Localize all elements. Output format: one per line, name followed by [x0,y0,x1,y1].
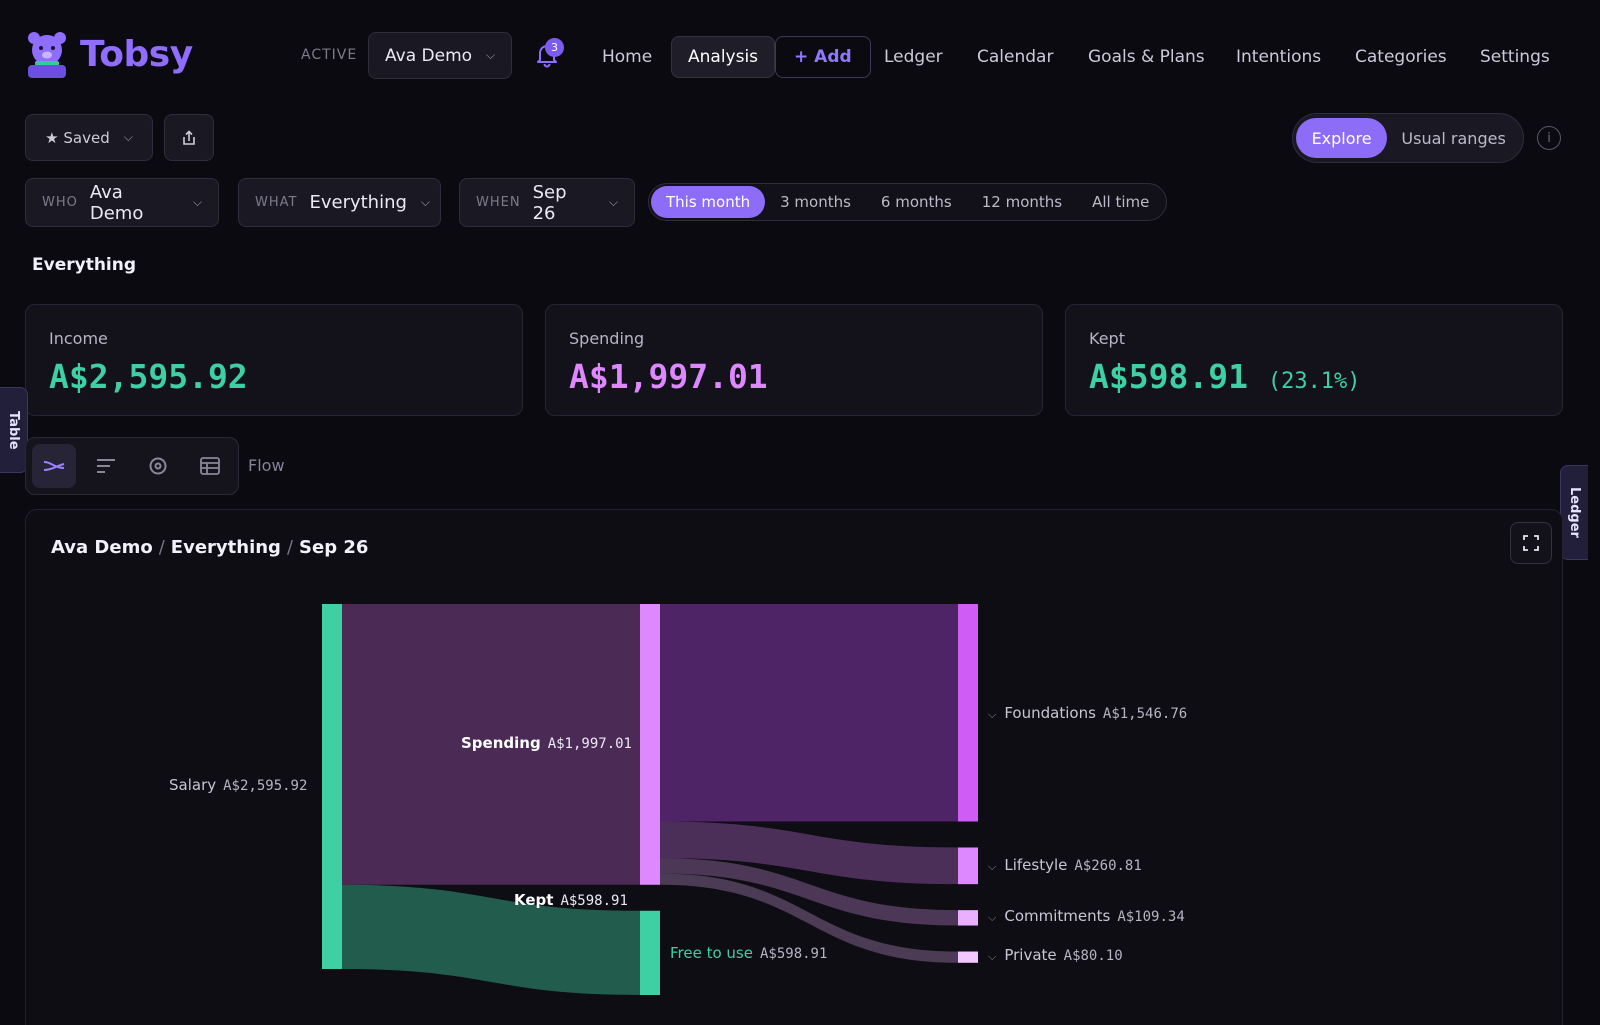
expand-caret-icon: ⌵ [988,911,997,924]
node-salary[interactable] [322,604,342,969]
node-free-to-use[interactable] [640,910,660,995]
label-private-name: Private [1004,946,1057,964]
label-salary-value: A$2,595.92 [223,778,308,794]
sankey-chart [322,604,978,995]
flow-spending-to-foundations[interactable] [660,604,958,822]
label-free-value: A$598.91 [759,946,828,962]
node-foundations[interactable] [958,604,978,822]
expand-caret-icon: ⌵ [988,708,997,721]
label-commitments-value: A$109.34 [1117,909,1185,925]
label-commitments-name: Commitments [1004,907,1111,925]
label-foundations-name: Foundations [1004,704,1096,722]
expand-caret-icon: ⌵ [988,860,997,873]
label-foundations-value: A$1,546.76 [1102,706,1188,722]
label-salary-name: Salary [169,776,217,794]
label-private-value: A$80.10 [1063,948,1123,964]
label-lifestyle-value: A$260.81 [1074,858,1142,874]
label-kept: Kept A$598.91 [514,891,628,909]
label-foundations[interactable]: ⌵ Foundations A$1,546.76 [988,704,1187,722]
node-private[interactable] [958,951,978,963]
expand-caret-icon: ⌵ [988,950,997,963]
node-lifestyle[interactable] [958,847,978,885]
label-free-to-use: Free to use A$598.91 [670,944,827,962]
label-spending-value: A$1,997.01 [547,736,632,752]
label-lifestyle[interactable]: ⌵ Lifestyle A$260.81 [988,856,1142,874]
node-commitments[interactable] [958,910,978,926]
label-kept-value: A$598.91 [560,893,628,909]
label-salary: Salary A$2,595.92 [169,776,307,794]
label-spending-name: Spending [461,734,541,752]
label-kept-name: Kept [514,891,554,909]
node-spending[interactable] [640,604,660,885]
label-lifestyle-name: Lifestyle [1004,856,1068,874]
label-spending: Spending A$1,997.01 [461,734,632,752]
label-commitments[interactable]: ⌵ Commitments A$109.34 [988,907,1185,925]
label-private[interactable]: ⌵ Private A$80.10 [988,946,1123,964]
label-free-name: Free to use [670,944,753,962]
